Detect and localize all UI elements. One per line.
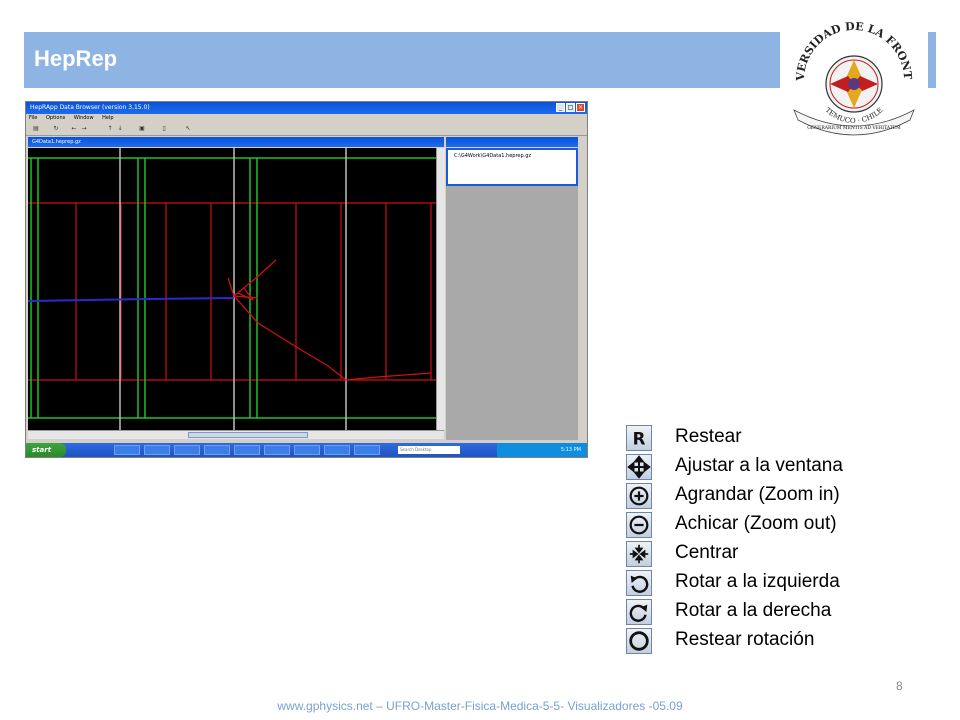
minimize-button[interactable]: _ (556, 103, 565, 112)
legend-label: Restear (675, 426, 742, 447)
windows-taskbar: start Search Desktop 5:13 PM (26, 443, 587, 457)
taskbar-item[interactable] (294, 445, 320, 455)
taskbar-item[interactable] (354, 445, 380, 455)
slide-title-bar: HepRep (24, 32, 780, 88)
legend-item-center: Centrar (626, 541, 926, 570)
menu-file[interactable]: File (29, 115, 37, 121)
zoom-out-icon (626, 512, 652, 538)
close-button[interactable]: × (576, 103, 585, 112)
taskbar-item[interactable] (204, 445, 230, 455)
rotate-right-icon (626, 599, 652, 625)
legend-label: Restear rotación (675, 629, 815, 650)
print-icon[interactable]: ▣ (138, 125, 146, 133)
taskbar-item[interactable] (234, 445, 260, 455)
legend-label: Achicar (Zoom out) (675, 513, 837, 534)
menu-help[interactable]: Help (102, 115, 113, 121)
legend-item-reset-rotation: Restear rotación (626, 628, 926, 657)
legend-item-fit-window: Ajustar a la ventana (626, 454, 926, 483)
open-folder-icon[interactable]: ▤ (32, 125, 40, 133)
start-button[interactable]: start (26, 443, 66, 457)
legend-label: Rotar a la derecha (675, 600, 832, 621)
taskbar-item[interactable] (114, 445, 140, 455)
document-title: G4Data1.heprep.gz (32, 139, 81, 145)
canvas-horizontal-scrollbar[interactable] (28, 430, 444, 439)
forward-icon[interactable]: → (80, 125, 88, 133)
scrollbar-thumb[interactable] (188, 432, 308, 438)
legend-label: Ajustar a la ventana (675, 455, 843, 476)
center-icon (626, 541, 652, 567)
app-window-titlebar: HepRApp Data Browser (version 3.15.0) _ … (26, 102, 587, 114)
rotate-left-icon (626, 570, 652, 596)
event-display-canvas[interactable] (28, 148, 436, 430)
heprapp-screenshot: HepRApp Data Browser (version 3.15.0) _ … (25, 101, 588, 458)
pointer-icon[interactable]: ↖ (184, 125, 192, 133)
legend-label: Rotar a la izquierda (675, 571, 840, 592)
app-window-title: HepRApp Data Browser (version 3.15.0) (30, 104, 150, 111)
file-tree[interactable]: C:\G4Work\G4Data1.heprep.gz (446, 148, 578, 186)
svg-text:R: R (633, 429, 646, 448)
legend-item-reset: R Restear (626, 425, 926, 454)
app-toolbar: ▤ ↻ ← → ↑ ↓ ▣ ▯ ↖ (26, 123, 587, 136)
desktop-search-input[interactable]: Search Desktop (398, 446, 460, 454)
tree-item-file[interactable]: C:\G4Work\G4Data1.heprep.gz (454, 153, 531, 159)
system-tray: 5:13 PM (497, 443, 587, 457)
back-icon[interactable]: ← (70, 125, 78, 133)
reset-icon: R (626, 425, 652, 451)
legend-item-rotate-right: Rotar a la derecha (626, 599, 926, 628)
app-menubar: File Options Window Help (26, 114, 587, 123)
reset-rotation-icon (626, 628, 652, 654)
taskbar-item[interactable] (144, 445, 170, 455)
canvas-vertical-scrollbar[interactable] (436, 148, 445, 430)
up-icon[interactable]: ↑ (106, 125, 114, 133)
legend-item-zoom-in: Agrandar (Zoom in) (626, 483, 926, 512)
fit-window-icon (626, 454, 652, 480)
menu-options[interactable]: Options (46, 115, 65, 121)
zoom-in-icon (626, 483, 652, 509)
svg-text:GENERARIUM MENTIS AD VERITATEM: GENERARIUM MENTIS AD VERITATEM (807, 125, 901, 131)
clock: 5:13 PM (560, 447, 581, 453)
university-logo: UNIVERSIDAD DE LA FRONTERA TEMUCO · CHIL… (780, 18, 915, 136)
document-icon[interactable]: ▯ (160, 125, 168, 133)
page-number: 8 (896, 679, 903, 693)
slide-footer: www.gphysics.net – UFRO-Master-Fisica-Me… (277, 699, 683, 713)
legend-label: Centrar (675, 542, 739, 563)
tree-panel: C:\G4Work\G4Data1.heprep.gz (446, 148, 578, 440)
menu-window[interactable]: Window (74, 115, 94, 121)
taskbar-item[interactable] (324, 445, 350, 455)
down-icon[interactable]: ↓ (116, 125, 124, 133)
refresh-icon[interactable]: ↻ (52, 125, 60, 133)
legend-label: Agrandar (Zoom in) (675, 484, 840, 505)
maximize-button[interactable]: □ (566, 103, 575, 112)
title-accent-bar (928, 32, 936, 88)
tree-window-titlebar (446, 137, 578, 147)
legend-item-rotate-left: Rotar a la izquierda (626, 570, 926, 599)
slide-title: HepRep (34, 46, 118, 71)
legend-item-zoom-out: Achicar (Zoom out) (626, 512, 926, 541)
taskbar-item[interactable] (264, 445, 290, 455)
taskbar-item[interactable] (174, 445, 200, 455)
document-window-titlebar: G4Data1.heprep.gz (28, 137, 444, 147)
